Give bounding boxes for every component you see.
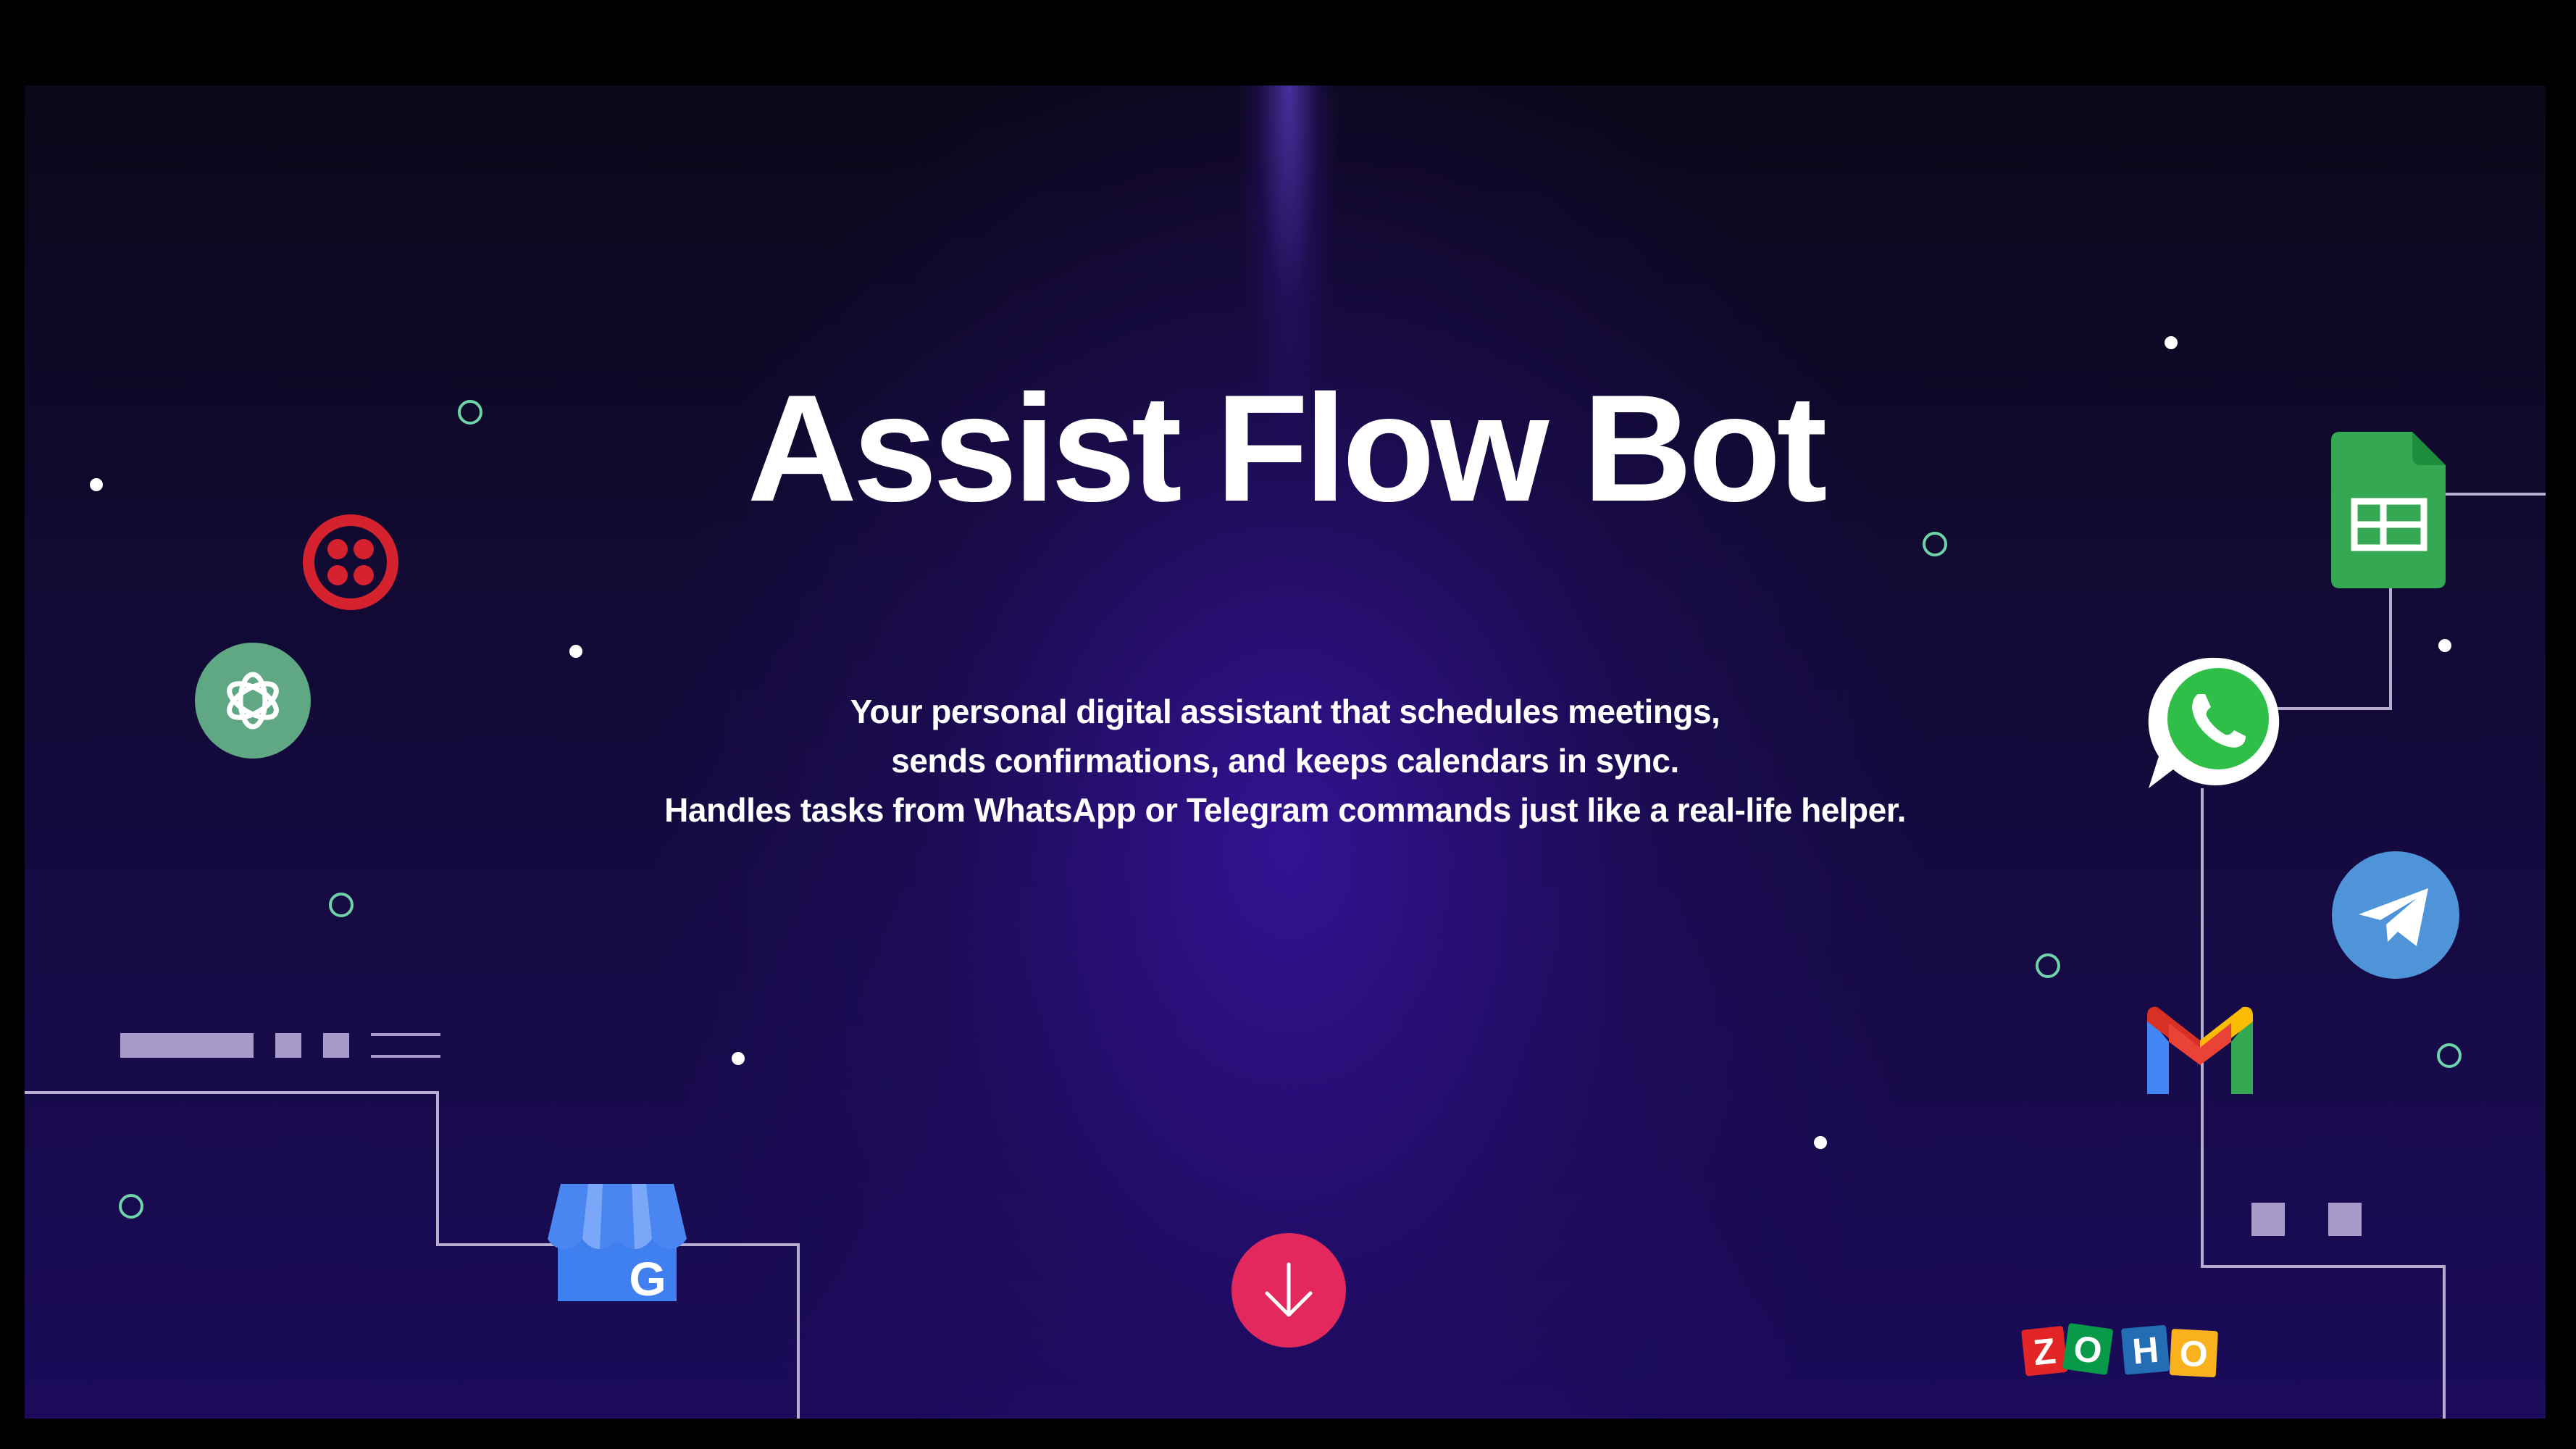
svg-text:O: O — [2178, 1333, 2209, 1375]
decor-square — [275, 1033, 301, 1058]
telegram-icon — [2332, 851, 2459, 979]
decor-line — [371, 1033, 440, 1036]
decor-line — [371, 1055, 440, 1058]
decor-ring — [119, 1194, 143, 1219]
scroll-down-button[interactable] — [1231, 1233, 1346, 1348]
decor-bar-long — [120, 1033, 254, 1058]
svg-text:H: H — [2130, 1329, 2160, 1372]
google-g-letter: G — [629, 1252, 666, 1304]
whatsapp-icon — [2148, 657, 2280, 788]
svg-text:Z: Z — [2031, 1330, 2057, 1373]
google-sheets-icon — [2331, 432, 2446, 588]
google-my-business-icon: G — [548, 1184, 687, 1304]
decor-dot — [2438, 639, 2451, 652]
decor-dot — [732, 1052, 745, 1065]
decor-square — [2328, 1203, 2362, 1236]
decor-ring — [2036, 953, 2060, 978]
decor-ring — [329, 893, 354, 917]
twilio-icon — [303, 514, 398, 610]
zoho-logo: Z O H O — [2021, 1323, 2218, 1378]
decor-square — [323, 1033, 349, 1058]
gmail-icon — [2147, 1006, 2253, 1094]
decor-square — [2251, 1203, 2285, 1236]
page-title: Assist Flow Bot — [747, 363, 1827, 533]
arrow-down-icon — [1265, 1262, 1313, 1317]
decor-dot — [1814, 1136, 1827, 1149]
subtitle-line: Handles tasks from WhatsApp or Telegram … — [664, 791, 1906, 829]
decor-dot — [569, 645, 582, 658]
openai-icon — [195, 643, 311, 759]
svg-text:O: O — [2071, 1328, 2104, 1372]
hero-section: Assist Flow Bot Your personal digital as… — [25, 85, 2546, 1419]
decor-ring — [2437, 1043, 2462, 1068]
decor-dot — [2165, 336, 2178, 349]
